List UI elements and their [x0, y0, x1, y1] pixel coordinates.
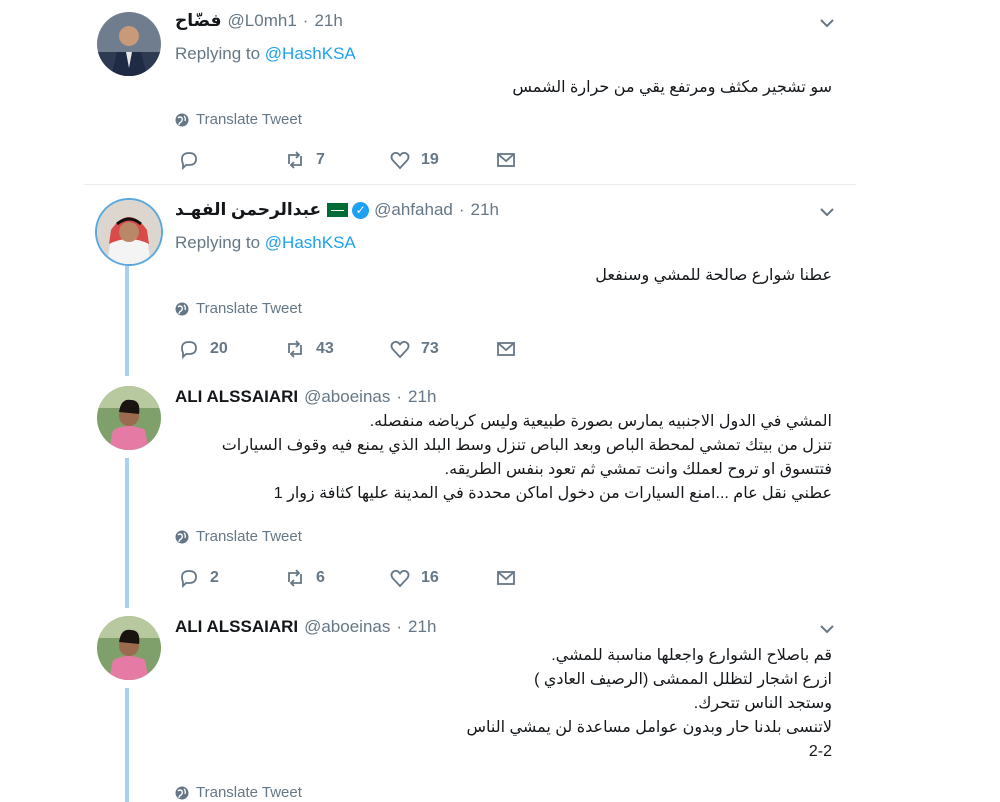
avatar[interactable]	[97, 200, 161, 264]
user-handle[interactable]: @L0mh1	[228, 11, 297, 31]
retweet-button[interactable]: 6	[284, 567, 325, 589]
tweet-divider	[84, 184, 856, 185]
replying-to: Replying to @HashKSA	[175, 44, 356, 64]
retweet-icon	[288, 151, 302, 169]
tweet-header: عبدالرحمن الفهـد ✓ @ahfahad · 21h	[175, 199, 499, 221]
caret-down-icon[interactable]	[818, 14, 836, 32]
replying-label: Replying to	[175, 44, 261, 63]
translate-tweet[interactable]: Translate Tweet	[175, 784, 302, 801]
tweet-header: فضّاح @L0mh1 · 21h	[175, 10, 343, 32]
reply-icon	[181, 152, 197, 171]
translate-label: Translate Tweet	[196, 528, 302, 545]
tweet-text: المشي في الدول الاجنبيه يمارس بصورة طبيع…	[221, 413, 832, 502]
reply-icon	[181, 570, 197, 589]
like-icon	[390, 569, 410, 588]
display-name[interactable]: فضّاح	[175, 11, 222, 31]
like-count: 16	[421, 569, 439, 586]
timestamp[interactable]: 21h	[408, 387, 436, 407]
retweet-count: 6	[316, 569, 325, 586]
thread-line	[125, 688, 129, 802]
avatar[interactable]	[97, 386, 161, 450]
display-name[interactable]: ALI ALSSAIARI	[175, 617, 298, 637]
like-button[interactable]: 73	[389, 338, 439, 360]
translate-tweet[interactable]: Translate Tweet	[175, 111, 302, 128]
dm-icon	[497, 342, 515, 356]
translate-label: Translate Tweet	[196, 111, 302, 128]
like-count: 19	[421, 151, 439, 168]
user-handle[interactable]: @aboeinas	[304, 617, 390, 637]
like-count: 73	[421, 340, 439, 357]
translate-tweet[interactable]: Translate Tweet	[175, 300, 302, 317]
avatar[interactable]	[97, 616, 161, 680]
retweet-icon	[288, 340, 302, 358]
replying-label: Replying to	[175, 233, 261, 252]
tweet-text: عطنا شوارع صالحة للمشي وسنفعل	[595, 267, 832, 284]
like-button[interactable]: 16	[389, 567, 439, 589]
tweet-header: ALI ALSSAIARI @aboeinas · 21h	[175, 616, 436, 638]
avatar[interactable]	[97, 12, 161, 76]
saudi-flag-icon	[327, 203, 349, 217]
globe-icon	[175, 113, 189, 126]
separator-dot: ·	[302, 11, 309, 30]
caret-down-icon[interactable]	[818, 620, 836, 638]
retweet-button[interactable]: 7	[284, 149, 325, 171]
reply-button[interactable]	[178, 149, 210, 171]
reply-button[interactable]: 20	[178, 338, 228, 360]
thread-line	[125, 266, 129, 376]
globe-icon	[175, 530, 189, 543]
reply-icon	[181, 341, 197, 360]
reply-count: 20	[210, 340, 228, 357]
separator-dot: ·	[458, 200, 465, 219]
retweet-button[interactable]: 43	[284, 338, 334, 360]
timestamp[interactable]: 21h	[408, 617, 436, 637]
translate-tweet[interactable]: Translate Tweet	[175, 528, 302, 545]
dm-button[interactable]	[495, 149, 527, 171]
dm-button[interactable]	[495, 567, 527, 589]
translate-label: Translate Tweet	[196, 784, 302, 801]
retweet-count: 43	[316, 340, 334, 357]
replying-to: Replying to @HashKSA	[175, 233, 356, 253]
display-name[interactable]: عبدالرحمن الفهـد	[175, 200, 321, 220]
mention-link[interactable]: @HashKSA	[265, 233, 356, 252]
reply-count: 2	[210, 569, 219, 586]
dm-icon	[497, 571, 515, 585]
reply-button[interactable]: 2	[178, 567, 219, 589]
verified-badge-icon: ✓	[352, 201, 370, 219]
timestamp[interactable]: 21h	[471, 200, 499, 220]
like-button[interactable]: 19	[389, 149, 439, 171]
like-icon	[390, 151, 410, 170]
like-icon	[390, 340, 410, 359]
caret-down-icon[interactable]	[818, 203, 836, 221]
user-handle[interactable]: @ahfahad	[374, 200, 453, 220]
retweet-icon	[288, 569, 302, 587]
tweet-text: قم باصلاح الشوارع واجعلها مناسبة للمشي. …	[466, 647, 832, 760]
dm-icon	[497, 153, 515, 167]
user-handle[interactable]: @aboeinas	[304, 387, 390, 407]
dm-button[interactable]	[495, 338, 527, 360]
mention-link[interactable]: @HashKSA	[265, 44, 356, 63]
translate-label: Translate Tweet	[196, 300, 302, 317]
tweet-text: سو تشجير مكثف ومرتفع يقي من حرارة الشمس	[512, 79, 832, 96]
separator-dot: ·	[396, 617, 403, 636]
globe-icon	[175, 302, 189, 315]
globe-icon	[175, 786, 189, 799]
retweet-count: 7	[316, 151, 325, 168]
thread-line	[125, 458, 129, 608]
display-name[interactable]: ALI ALSSAIARI	[175, 387, 298, 407]
tweet-header: ALI ALSSAIARI @aboeinas · 21h	[175, 386, 436, 408]
separator-dot: ·	[396, 387, 403, 406]
timestamp[interactable]: 21h	[314, 11, 342, 31]
